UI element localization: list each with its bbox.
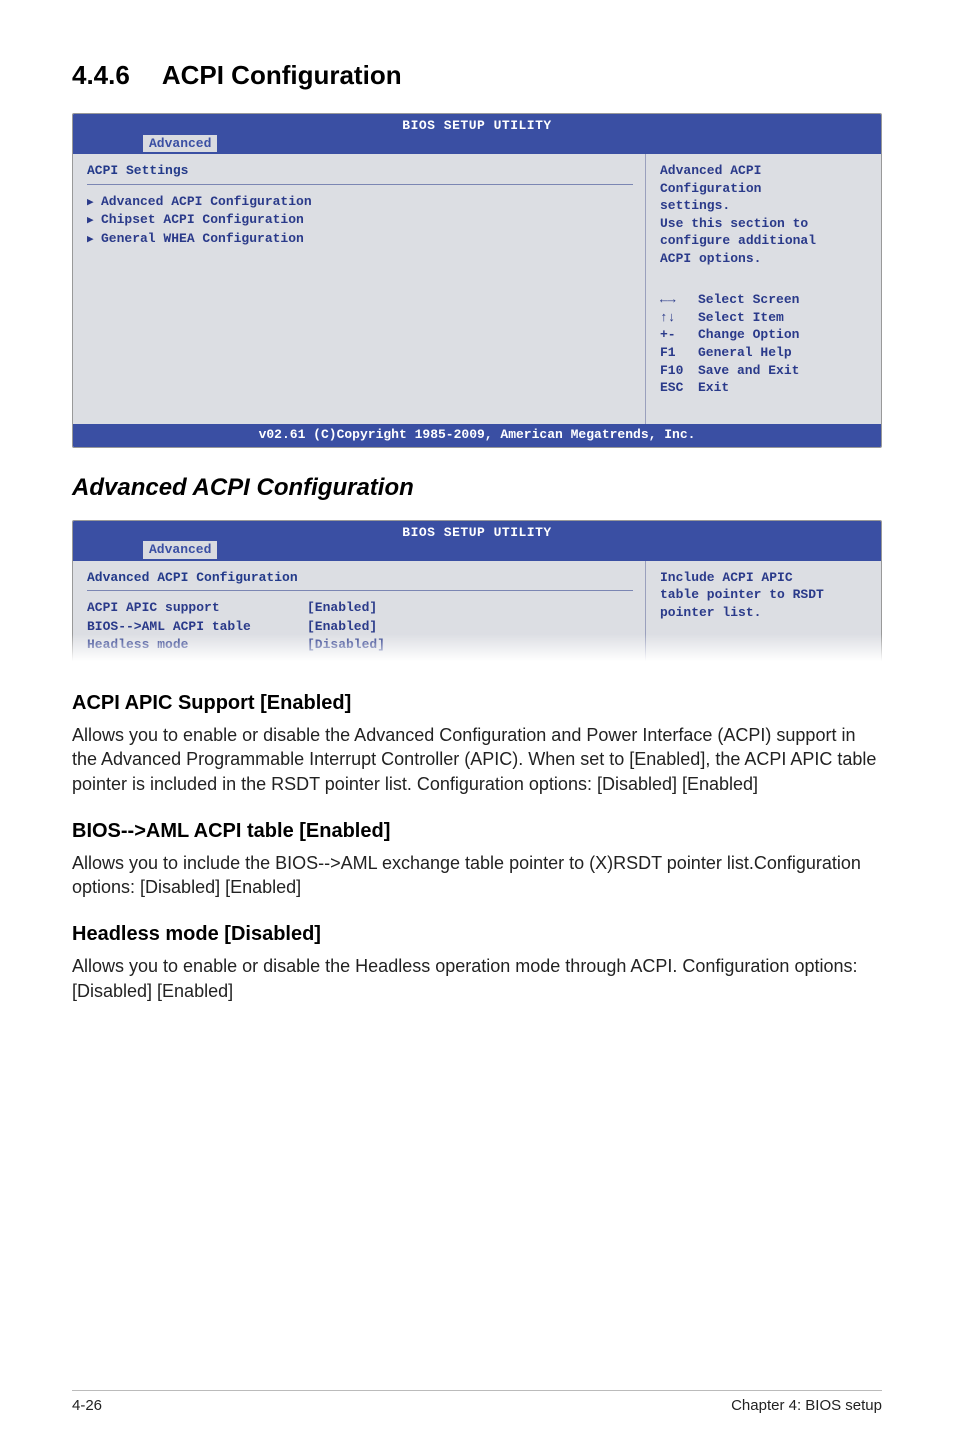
bios-tab-row: Advanced [73,135,881,155]
page-number: 4-26 [72,1397,102,1414]
section-heading: 4.4.6 ACPI Configuration [72,60,882,91]
key-hint-row: F1General Help [660,344,869,362]
setting-label: Headless mode [87,636,307,654]
divider [87,590,633,591]
field-heading: BIOS-->AML ACPI table [Enabled] [72,820,882,843]
setting-value: [Disabled] [307,636,385,654]
submenu-arrow-icon: ▶ [87,214,101,229]
help-line: pointer list. [660,604,869,622]
bios-left-pane: ACPI Settings ▶ Advanced ACPI Configurat… [73,154,645,424]
menu-item: ▶ General WHEA Configuration [87,230,633,248]
field-heading: Headless mode [Disabled] [72,923,882,946]
menu-item: ▶ Chipset ACPI Configuration [87,211,633,229]
help-text: Advanced ACPI Configuration settings. Us… [660,162,869,267]
setting-row: Headless mode [Disabled] [87,636,633,654]
submenu-arrow-icon: ▶ [87,196,101,211]
section-number: 4.4.6 [72,60,130,91]
key-hint-row: +-Change Option [660,326,869,344]
tab-advanced: Advanced [143,541,217,559]
menu-item-label: General WHEA Configuration [101,230,304,248]
divider [87,184,633,185]
bios-body: Advanced ACPI Configuration ACPI APIC su… [73,561,881,667]
help-line: table pointer to RSDT [660,586,869,604]
advanced-acpi-heading: Advanced ACPI Configuration [87,569,633,587]
key-hint-row: ←→Select Screen [660,291,869,309]
section-title-text: ACPI Configuration [162,60,402,90]
help-line: Advanced ACPI [660,162,869,180]
key: ←→ [660,291,698,309]
bios-screenshot-1: BIOS SETUP UTILITY Advanced ACPI Setting… [72,113,882,448]
field-description: Allows you to enable or disable the Head… [72,954,882,1003]
setting-label: BIOS-->AML ACPI table [87,618,307,636]
key: ↑↓ [660,309,698,327]
bios-screenshot-2-wrapper: BIOS SETUP UTILITY Advanced Advanced ACP… [72,520,882,668]
help-line: Include ACPI APIC [660,569,869,587]
key-desc: Select Item [698,309,784,327]
setting-row: ACPI APIC support [Enabled] [87,599,633,617]
help-line: Use this section to [660,215,869,233]
setting-label: ACPI APIC support [87,599,307,617]
acpi-settings-heading: ACPI Settings [87,162,633,180]
menu-item-label: Chipset ACPI Configuration [101,211,304,229]
setting-value: [Enabled] [307,618,377,636]
key: F1 [660,344,698,362]
bios-left-pane: Advanced ACPI Configuration ACPI APIC su… [73,561,645,667]
key: ESC [660,379,698,397]
key-desc: General Help [698,344,792,362]
key-desc: Save and Exit [698,362,799,380]
subsection-heading: Advanced ACPI Configuration [72,474,882,502]
help-line: settings. [660,197,869,215]
setting-value: [Enabled] [307,599,377,617]
field-description: Allows you to enable or disable the Adva… [72,723,882,796]
bios-header: BIOS SETUP UTILITY Advanced [73,114,881,154]
bios-right-pane: Include ACPI APIC table pointer to RSDT … [645,561,881,667]
key-hint-row: F10Save and Exit [660,362,869,380]
bios-screenshot-2: BIOS SETUP UTILITY Advanced Advanced ACP… [72,520,882,668]
key-desc: Select Screen [698,291,799,309]
help-line: ACPI options. [660,250,869,268]
key: +- [660,326,698,344]
field-description: Allows you to include the BIOS-->AML exc… [72,851,882,900]
submenu-arrow-icon: ▶ [87,233,101,248]
key-hints: ←→Select Screen ↑↓Select Item +-Change O… [660,291,869,396]
bios-footer: v02.61 (C)Copyright 1985-2009, American … [73,424,881,447]
menu-item: ▶ Advanced ACPI Configuration [87,193,633,211]
help-line: Configuration [660,180,869,198]
tab-advanced: Advanced [143,135,217,153]
bios-right-pane: Advanced ACPI Configuration settings. Us… [645,154,881,424]
menu-item-label: Advanced ACPI Configuration [101,193,312,211]
page-footer: 4-26 Chapter 4: BIOS setup [72,1390,882,1414]
bios-body: ACPI Settings ▶ Advanced ACPI Configurat… [73,154,881,424]
key: F10 [660,362,698,380]
bios-header-title: BIOS SETUP UTILITY [73,524,881,542]
key-desc: Exit [698,379,729,397]
key-desc: Change Option [698,326,799,344]
field-heading: ACPI APIC Support [Enabled] [72,692,882,715]
help-text: Include ACPI APIC table pointer to RSDT … [660,569,869,629]
bios-header: BIOS SETUP UTILITY Advanced [73,521,881,561]
bios-tab-row: Advanced [73,541,881,561]
key-hint-row: ↑↓Select Item [660,309,869,327]
setting-row: BIOS-->AML ACPI table [Enabled] [87,618,633,636]
key-hint-row: ESCExit [660,379,869,397]
help-line: configure additional [660,232,869,250]
bios-header-title: BIOS SETUP UTILITY [73,117,881,135]
chapter-label: Chapter 4: BIOS setup [731,1397,882,1414]
